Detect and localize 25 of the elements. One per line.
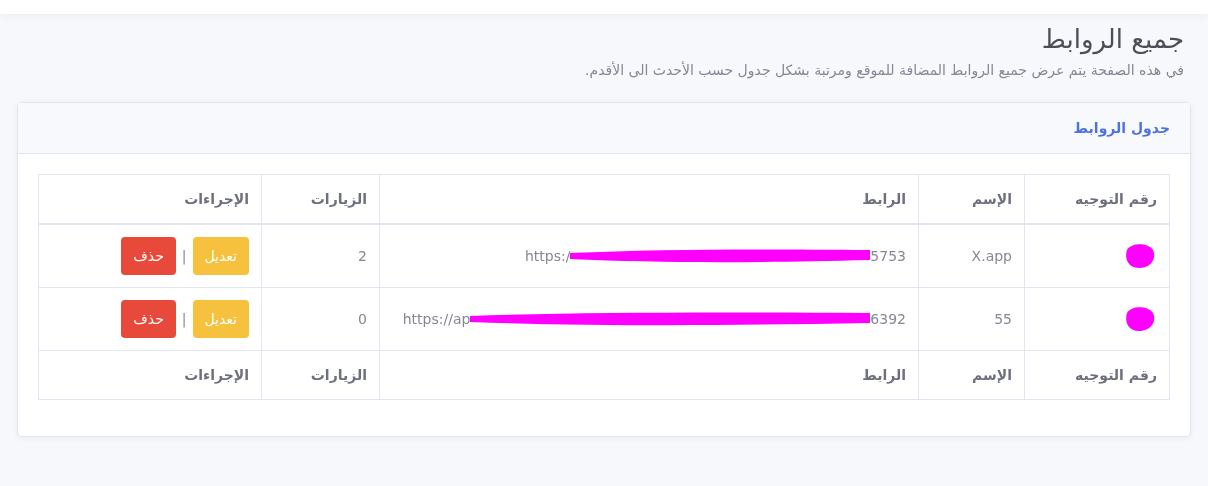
column-header: الإسم	[918, 174, 1025, 224]
link-text: https://ap	[402, 311, 471, 327]
page-description: في هذه الصفحة يتم عرض جميع الروابط المضافة للموقع ومرتبة بشكل جدول حسب الأحدث الى الأقدم.	[584, 62, 1184, 78]
column-header: الزيارات	[261, 174, 380, 224]
delete-button[interactable]: حذف	[121, 237, 176, 275]
column-footer: الإجراءات	[38, 350, 262, 400]
delete-button[interactable]: حذف	[121, 300, 176, 338]
column-footer: رقم التوجيه	[1024, 350, 1170, 400]
separator: |	[181, 311, 187, 327]
column-header: رقم التوجيه	[1024, 174, 1170, 224]
column-footer: الرابط	[379, 350, 919, 400]
column-header: الإجراءات	[38, 174, 262, 224]
table-cell: 2	[358, 248, 367, 264]
table-cell: 55	[994, 311, 1012, 327]
table-cell: 0	[358, 311, 367, 327]
separator: |	[181, 248, 187, 264]
column-footer: الزيارات	[261, 350, 380, 400]
link-text: 6392	[870, 311, 906, 327]
column-header: الرابط	[379, 174, 919, 224]
page-title: جميع الروابط	[1040, 24, 1184, 54]
column-footer: الإسم	[918, 350, 1025, 400]
table-cell: X.app	[971, 248, 1012, 264]
link-text: 5753	[870, 248, 906, 264]
link-text: https:/	[524, 248, 571, 264]
card-title: جدول الروابط	[1073, 120, 1170, 136]
